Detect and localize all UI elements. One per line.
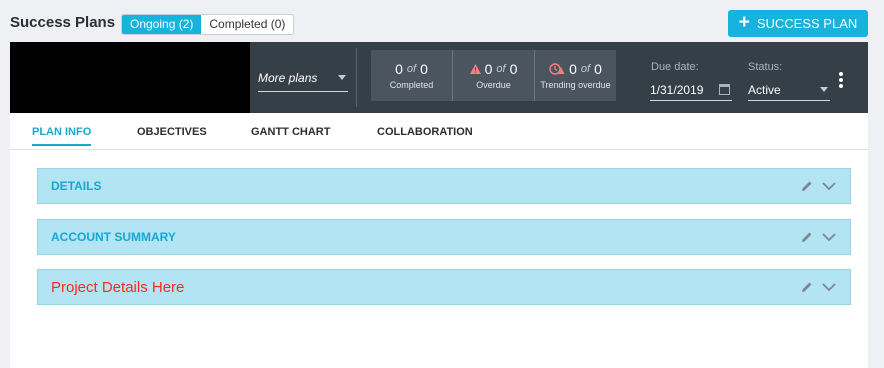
add-success-plan-button[interactable]: + SUCCESS PLAN — [728, 10, 868, 37]
warning-icon — [469, 64, 481, 74]
plan-stats: 0 of 0 Completed 0 of 0 Overdue 0 of 0 T… — [371, 50, 616, 101]
plan-filter-toggle: Ongoing (2) Completed (0) — [121, 14, 295, 35]
stat-completed-value: 0 — [395, 61, 403, 77]
due-date-label: Due date: — [651, 61, 699, 73]
more-plans-dropdown[interactable]: More plans — [258, 64, 348, 92]
chevron-down-icon[interactable] — [822, 282, 836, 292]
chevron-down-icon[interactable] — [822, 232, 836, 242]
stat-overdue-of: of — [496, 63, 506, 75]
chevron-down-icon[interactable] — [822, 181, 836, 191]
top-bar: Success Plans Ongoing (2) Completed (0) … — [0, 0, 884, 42]
stat-trending-value: 0 — [569, 61, 577, 77]
caret-down-icon — [338, 75, 346, 80]
success-plan-panel: More plans 0 of 0 Completed 0 of 0 Overd… — [10, 42, 868, 368]
plan-header: More plans 0 of 0 Completed 0 of 0 Overd… — [10, 42, 868, 113]
edit-pencil-icon[interactable] — [800, 179, 814, 193]
section-project-details[interactable]: Project Details Here — [37, 269, 851, 305]
status-dropdown[interactable]: Active — [748, 79, 830, 101]
stat-completed: 0 of 0 Completed — [371, 50, 452, 101]
plus-icon: + — [738, 12, 750, 33]
calendar-icon[interactable] — [719, 84, 730, 95]
due-date-value: 1/31/2019 — [650, 82, 704, 97]
tab-collaboration[interactable]: COLLABORATION — [377, 126, 473, 138]
section-project-details-title: Project Details Here — [51, 278, 185, 296]
stat-overdue-label: Overdue — [476, 80, 511, 90]
add-success-plan-label: SUCCESS PLAN — [756, 16, 858, 31]
header-divider — [356, 48, 357, 107]
filter-completed[interactable]: Completed (0) — [201, 15, 293, 34]
status-value: Active — [748, 82, 781, 97]
edit-pencil-icon[interactable] — [800, 230, 814, 244]
clock-warning-icon — [549, 63, 565, 75]
caret-down-icon — [820, 87, 828, 92]
filter-ongoing[interactable]: Ongoing (2) — [122, 15, 202, 34]
redacted-plan-name — [10, 42, 250, 113]
plan-tabs: PLAN INFO OBJECTIVES GANTT CHART COLLABO… — [10, 113, 868, 150]
stat-completed-of: of — [406, 63, 417, 75]
more-options-icon[interactable] — [837, 72, 845, 88]
stat-completed-total: 0 — [420, 61, 428, 77]
stat-overdue-value: 0 — [484, 61, 493, 77]
stat-trending-of: of — [580, 63, 591, 75]
stat-completed-label: Completed — [389, 80, 434, 90]
stat-trending-total: 0 — [594, 61, 602, 77]
page-title: Success Plans — [10, 14, 116, 31]
more-plans-label: More plans — [258, 70, 318, 85]
stat-trending-overdue: 0 of 0 Trending overdue — [534, 50, 616, 101]
section-account-summary[interactable]: ACCOUNT SUMMARY — [37, 219, 851, 255]
stat-trending-label: Trending overdue — [540, 80, 611, 90]
stat-overdue-total: 0 — [509, 61, 518, 77]
section-details[interactable]: DETAILS — [37, 168, 851, 204]
edit-pencil-icon[interactable] — [800, 280, 814, 294]
tab-gantt-chart[interactable]: GANTT CHART — [251, 126, 330, 138]
due-date-field[interactable]: 1/31/2019 — [650, 79, 732, 101]
section-details-title: DETAILS — [51, 179, 102, 193]
tab-plan-info[interactable]: PLAN INFO — [32, 126, 92, 146]
tab-objectives[interactable]: OBJECTIVES — [137, 126, 207, 138]
section-account-summary-title: ACCOUNT SUMMARY — [51, 230, 176, 244]
status-label: Status: — [748, 61, 783, 73]
stat-overdue: 0 of 0 Overdue — [452, 50, 534, 101]
